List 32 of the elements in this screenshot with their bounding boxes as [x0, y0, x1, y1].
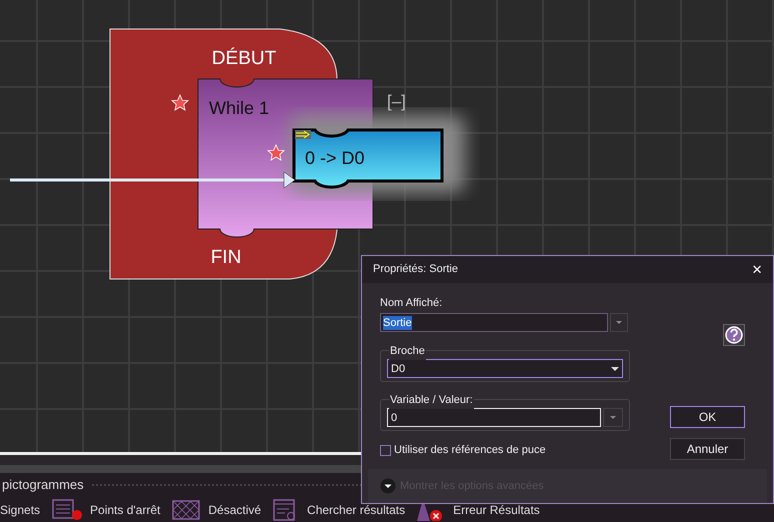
group-label: Broche [389, 343, 426, 360]
legend-label: Chercher résultats [307, 502, 406, 518]
panel-title: pictogrammes [1, 476, 84, 494]
close-button[interactable]: × [752, 260, 762, 278]
field-label: Nom Affiché: [380, 296, 444, 311]
crosshatch-icon [172, 500, 200, 520]
group-label: Variable / Valeur: [389, 392, 474, 409]
dialog-button[interactable]: OK [670, 406, 745, 428]
caret-icon [616, 321, 622, 324]
star-icon [267, 144, 285, 161]
dialog-title: Propriétés: Sortie [373, 262, 458, 278]
checkbox[interactable] [380, 445, 391, 456]
expand-icon [380, 478, 396, 494]
checkbox-label: Utiliser des références de puce [394, 443, 546, 458]
pin-select[interactable]: D0 [387, 359, 623, 378]
collapse-toggle[interactable]: [–] [387, 93, 406, 110]
legend-label: Erreur Résultats [453, 502, 540, 518]
selected-text: Sortie [383, 316, 412, 330]
name-input-field[interactable]: Sortie [380, 313, 608, 332]
dropdown-button[interactable] [610, 313, 628, 332]
legend-label: Points d'arrêt [90, 502, 160, 518]
legend-label: Signets [0, 502, 40, 518]
star-icon [171, 94, 189, 111]
output-block[interactable]: 0 -> D0 [292, 128, 444, 189]
caret-icon [611, 366, 619, 371]
legend-label: Désactivé [208, 502, 262, 518]
arrow-icon [295, 130, 311, 139]
document-dot-icon [52, 498, 82, 520]
value-input-field[interactable]: 0 [387, 408, 601, 428]
dialog-button[interactable]: Annuler [670, 438, 745, 460]
caret-icon [610, 416, 616, 420]
help-icon[interactable] [723, 324, 745, 346]
